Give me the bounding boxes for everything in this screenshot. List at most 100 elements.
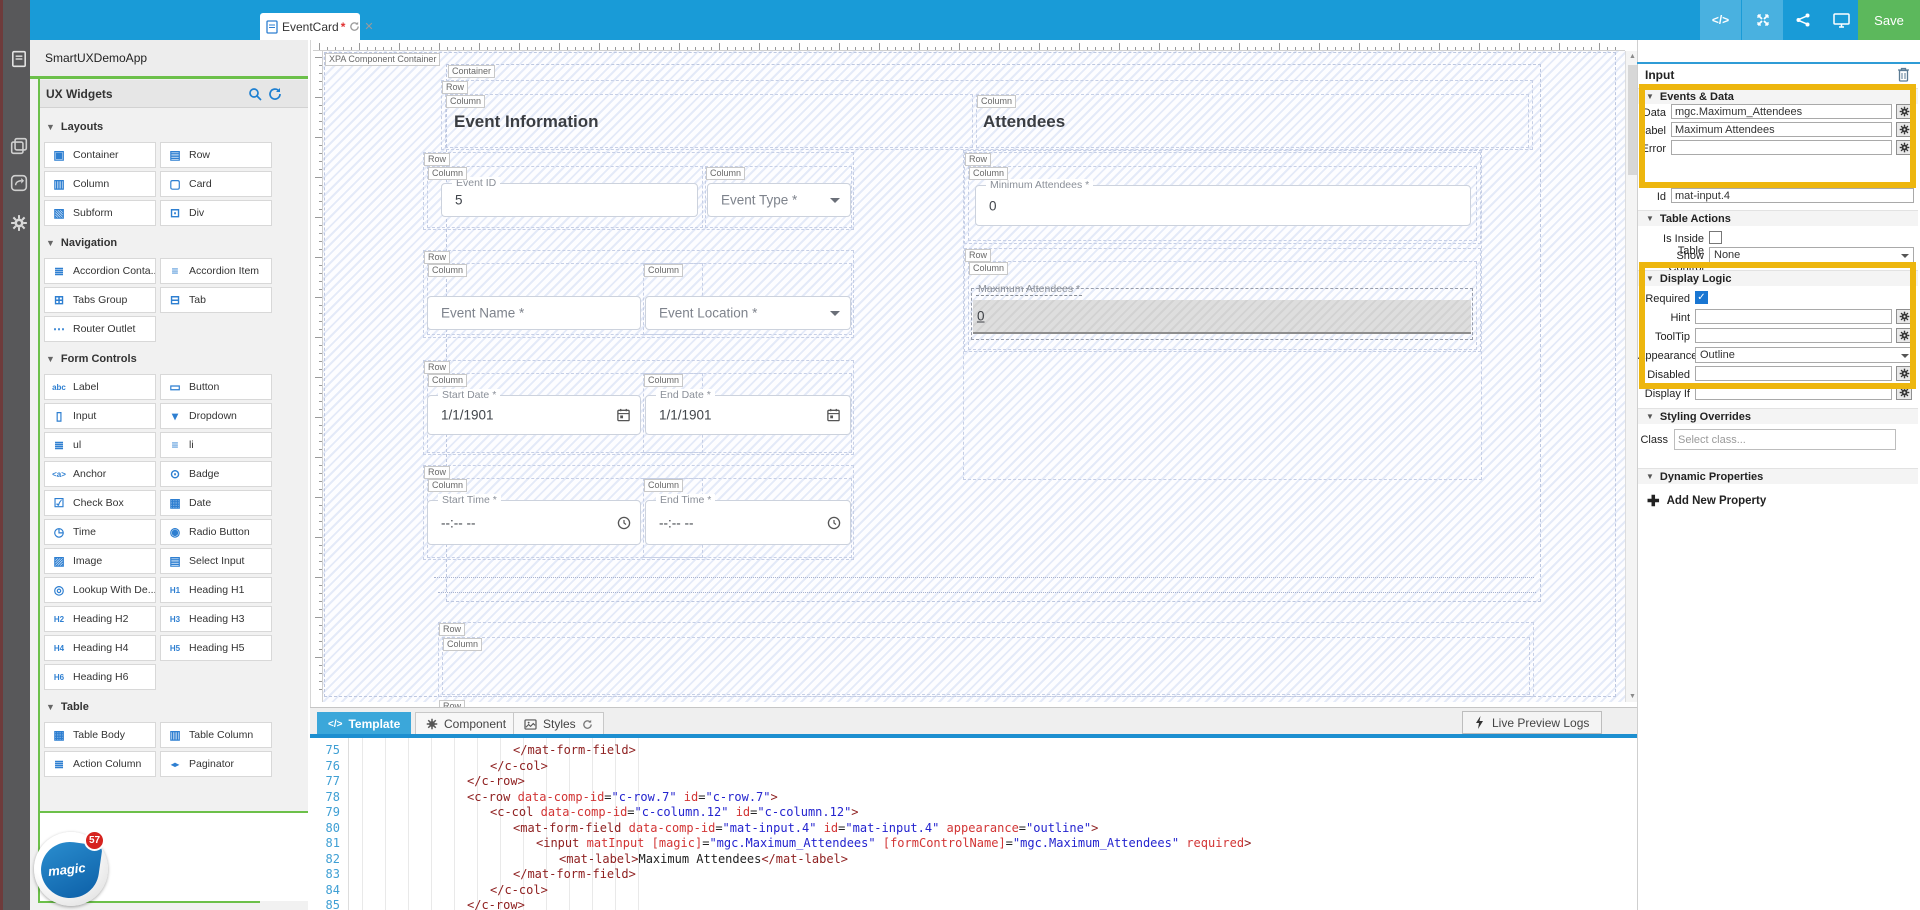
settings-gear-icon[interactable] [8,212,30,234]
code-line[interactable]: </mat-form-field> [513,867,636,881]
widget-item-column[interactable]: ▥ Column [44,171,156,197]
widget-item-action-column[interactable]: ≣ Action Column [44,751,156,777]
end-time-field[interactable]: End Time * --:-- -- [645,494,851,545]
calendar-icon[interactable] [616,408,631,423]
code-line[interactable]: <c-row data-comp-id="c-row.7" id="c-row.… [467,790,778,804]
start-date-field[interactable]: Start Date * 1/1/1901 [427,389,641,435]
widget-item-router-outlet[interactable]: ⋯ Router Outlet [44,316,156,342]
palette-section-header[interactable]: ▼ Layouts [46,118,276,136]
event-type-field[interactable]: Event Type * [707,183,851,217]
widget-item-subform[interactable]: ▧ Subform [44,200,156,226]
widget-item-paginator[interactable]: ◂▸ Paginator [160,751,272,777]
data-gear-icon[interactable] [1896,104,1912,119]
widget-item-check-box[interactable]: ☑ Check Box [44,490,156,516]
data-input[interactable]: mgc.Maximum_Attendees [1671,104,1892,119]
event-id-field[interactable]: Event ID 5 [441,177,698,217]
widget-item-row[interactable]: ▤ Row [160,142,272,168]
code-line[interactable]: </mat-form-field> [513,743,636,757]
widget-item-tabs-group[interactable]: ⊞ Tabs Group [44,287,156,313]
is-inside-table-checkbox[interactable] [1709,231,1722,244]
label-input[interactable]: Maximum Attendees [1671,122,1892,137]
code-line[interactable]: <mat-label>Maximum Attendees</mat-label> [559,852,848,866]
widget-item-heading-h5[interactable]: H5 Heading H5 [160,635,272,661]
event-location-field[interactable]: Event Location * [645,296,851,330]
code-view-button[interactable]: </> [1700,0,1741,40]
scroll-down-icon[interactable]: ▼ [1628,693,1637,700]
widget-item-label[interactable]: abc Label [44,374,156,400]
class-input[interactable]: Select class... [1674,429,1896,450]
widget-item-input[interactable]: ▯ Input [44,403,156,429]
widget-item-lookup-with-de[interactable]: ◎ Lookup With De... [44,577,156,603]
documents-icon[interactable] [8,48,30,70]
code-line[interactable]: </c-row> [467,898,525,910]
show-control-select[interactable]: None [1709,247,1914,263]
start-time-field[interactable]: Start Time * --:-- -- [427,494,641,545]
widget-item-accordion-item[interactable]: ≡ Accordion Item [160,258,272,284]
scrollbar-thumb[interactable] [1628,65,1637,175]
end-date-field[interactable]: End Date * 1/1/1901 [645,389,851,435]
widget-item-time[interactable]: ◷ Time [44,519,156,545]
widget-item-li[interactable]: ≡ li [160,432,272,458]
tooltip-input[interactable] [1695,328,1892,343]
canvas-vertical-scrollbar[interactable]: ▲ ▼ [1625,51,1637,702]
max-attendees-input[interactable]: 0 [973,300,1471,334]
design-canvas[interactable]: XPA Component Container Container Row Co… [310,40,1637,707]
appearance-select[interactable]: Outline [1695,347,1914,363]
min-attendees-field[interactable]: Minimum Attendees * 0 [975,179,1471,226]
label-gear-icon[interactable] [1896,122,1912,137]
code-line[interactable]: <c-col data-comp-id="c-column.12" id="c-… [490,805,859,819]
widget-item-ul[interactable]: ≣ ul [44,432,156,458]
tab-styles[interactable]: Styles [513,712,604,735]
hint-input[interactable] [1695,309,1892,324]
live-preview-logs-button[interactable]: Live Preview Logs [1462,711,1603,734]
export-icon[interactable] [8,172,30,194]
tooltip-gear-icon[interactable] [1896,328,1912,343]
refresh-icon[interactable] [268,87,282,101]
palette-section-header[interactable]: ▼ Form Controls [46,350,276,368]
tab-template[interactable]: </> Template [317,712,412,735]
scroll-up-icon[interactable]: ▲ [1628,53,1637,60]
preview-button[interactable] [1826,0,1856,40]
widget-item-heading-h6[interactable]: H6 Heading H6 [44,664,156,690]
widget-item-heading-h1[interactable]: H1 Heading H1 [160,577,272,603]
error-input[interactable] [1671,140,1892,155]
section-dynamic-properties[interactable]: ▼ Dynamic Properties [1638,468,1918,484]
widget-item-div[interactable]: ⊡ Div [160,200,272,226]
widget-item-container[interactable]: ▣ Container [44,142,156,168]
widget-item-accordion-conta[interactable]: ≣ Accordion Conta... [44,258,156,284]
code-line[interactable]: <mat-form-field data-comp-id="mat-input.… [513,821,1098,835]
widget-item-image[interactable]: ▨ Image [44,548,156,574]
widget-item-dropdown[interactable]: ▾ Dropdown [160,403,272,429]
clock-icon[interactable] [827,516,841,530]
widget-item-table-column[interactable]: ▥ Table Column [160,722,272,748]
document-tab-eventcard[interactable]: EventCard * ✕ [260,13,374,40]
close-tab-icon[interactable]: ✕ [364,20,373,33]
code-line[interactable]: </c-col> [490,883,548,897]
clock-icon[interactable] [617,516,631,530]
widget-item-badge[interactable]: ⊙ Badge [160,461,272,487]
heading-event-information[interactable]: Event Information [454,112,599,132]
hint-gear-icon[interactable] [1896,309,1912,324]
widget-item-table-body[interactable]: ▦ Table Body [44,722,156,748]
widget-item-card[interactable]: ▢ Card [160,171,272,197]
disabled-input[interactable] [1695,366,1892,381]
id-input[interactable]: mat-input.4 [1671,188,1914,203]
calendar-icon[interactable] [826,408,841,423]
widget-item-tab[interactable]: ⊟ Tab [160,287,272,313]
tab-component[interactable]: Component [415,712,518,735]
required-checkbox[interactable]: ✓ [1695,291,1708,304]
widget-item-heading-h3[interactable]: H3 Heading H3 [160,606,272,632]
save-button[interactable]: Save [1858,0,1920,40]
section-styling-overrides[interactable]: ▼ Styling Overrides [1638,408,1918,424]
max-attendees-field-selected[interactable]: Maximum Attendees * 0 [971,283,1473,340]
error-gear-icon[interactable] [1896,140,1912,155]
delete-component-icon[interactable] [1897,67,1910,82]
palette-section-header[interactable]: ▼ Table [46,698,276,716]
code-editor[interactable]: 75 </mat-form-field> 76 </c-col> 77 </c-row> 7… [310,738,1637,910]
widget-item-radio-button[interactable]: ◉ Radio Button [160,519,272,545]
widget-item-heading-h4[interactable]: H4 Heading H4 [44,635,156,661]
code-line[interactable]: </c-row> [467,774,525,788]
add-new-property-button[interactable]: ✚ Add New Property [1647,492,1766,510]
section-table-actions[interactable]: ▼ Table Actions [1638,210,1918,226]
event-name-field[interactable]: Event Name * [427,296,641,330]
